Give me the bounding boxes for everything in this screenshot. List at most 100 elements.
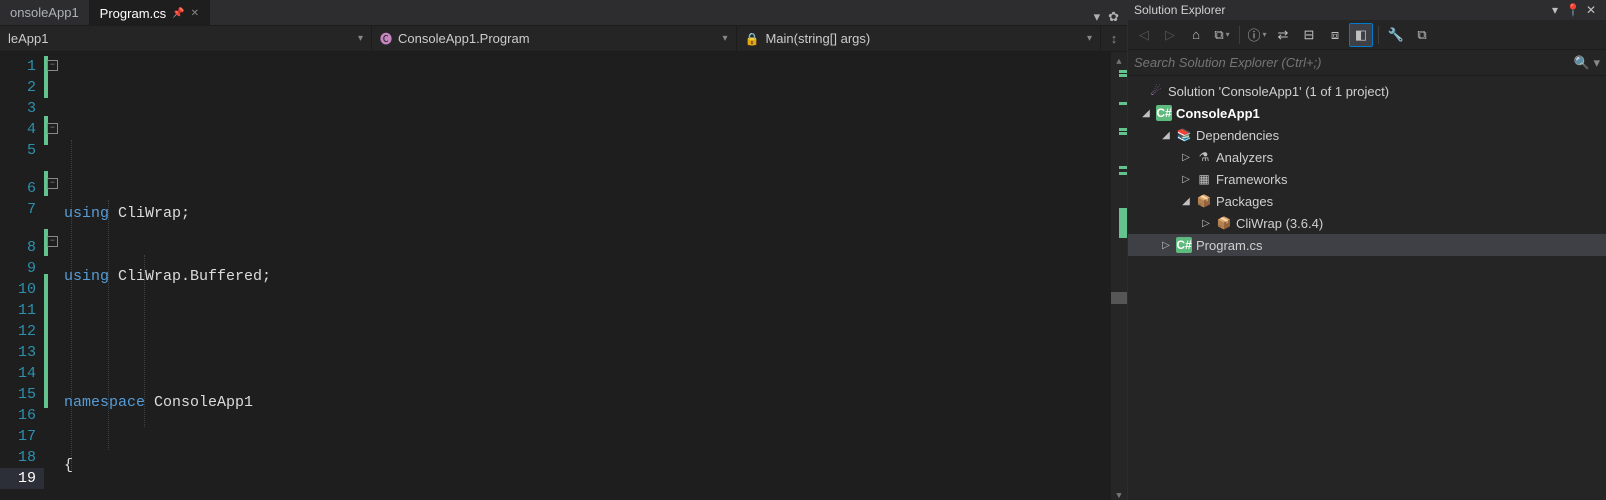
marker-margin: − − − − (44, 52, 58, 500)
code-line[interactable]: { (58, 455, 1111, 476)
frameworks-node[interactable]: ▷ ▦ Frameworks (1128, 168, 1606, 190)
node-label: Program.cs (1196, 238, 1262, 253)
node-label: ConsoleApp1 (1176, 106, 1260, 121)
type-combo-label: ConsoleApp1.Program (398, 31, 530, 46)
gear-icon[interactable]: ✿ (1108, 9, 1119, 25)
pin-icon[interactable]: 📌 (172, 8, 184, 19)
type-combo[interactable]: 🅒 ConsoleApp1.Program ▾ (372, 26, 737, 51)
tab-row: onsoleApp1 Program.cs 📌 ✕ ▾ ✿ (0, 0, 1127, 26)
expand-icon[interactable]: ▷ (1180, 174, 1192, 185)
panel-menu-icon[interactable]: ▾ (1546, 3, 1564, 17)
project-combo-label: leApp1 (8, 31, 48, 46)
code-line[interactable] (58, 329, 1111, 350)
code-line[interactable]: using CliWrap.Buffered; (58, 266, 1111, 287)
project-node[interactable]: ◢ C# ConsoleApp1 (1128, 102, 1606, 124)
line-number[interactable]: 10 (0, 279, 44, 300)
properties-icon[interactable]: 🔧 (1384, 23, 1408, 47)
line-number-gutter: 1 2 3 4 5 6 7 8 9 10 11 12 13 14 15 16 1… (0, 52, 44, 500)
home-icon[interactable]: ⌂ (1184, 23, 1208, 47)
node-label: CliWrap (3.6.4) (1236, 216, 1323, 231)
line-number[interactable]: 19 (0, 468, 44, 489)
line-number[interactable]: 3 (0, 98, 44, 119)
solution-explorer-toolbar: ◁ ▷ ⌂ ⧉ ⓘ ⇄ ⊟ ⧈ ◧ 🔧 ⧉ (1128, 20, 1606, 50)
search-icon[interactable]: 🔍 ▾ (1574, 55, 1600, 71)
chevron-down-icon: ▾ (358, 33, 363, 44)
outline-collapse-icon[interactable]: − (47, 178, 58, 189)
solution-tree[interactable]: ▷ ☄ Solution 'ConsoleApp1' (1 of 1 proje… (1128, 76, 1606, 500)
navigation-bar: leApp1 ▾ 🅒 ConsoleApp1.Program ▾ 🔒 Main(… (0, 26, 1127, 52)
line-number[interactable]: 6 (0, 161, 44, 199)
csharp-project-icon: C# (1156, 105, 1172, 121)
solution-explorer-search[interactable]: 🔍 ▾ (1128, 50, 1606, 76)
line-number[interactable]: 4 (0, 119, 44, 140)
code-line[interactable]: using CliWrap; (58, 203, 1111, 224)
filter-icon[interactable]: ⓘ (1245, 23, 1269, 47)
line-number[interactable]: 1 (0, 56, 44, 77)
file-node-program-cs[interactable]: ▷ C# Program.cs (1128, 234, 1606, 256)
frameworks-icon: ▦ (1196, 171, 1212, 187)
line-number[interactable]: 11 (0, 300, 44, 321)
outline-collapse-icon[interactable]: − (47, 123, 58, 134)
solution-icon: ☄ (1148, 83, 1164, 99)
solution-node[interactable]: ▷ ☄ Solution 'ConsoleApp1' (1 of 1 proje… (1128, 80, 1606, 102)
packages-node[interactable]: ◢ 📦 Packages (1128, 190, 1606, 212)
node-label: Frameworks (1216, 172, 1288, 187)
line-number[interactable]: 12 (0, 321, 44, 342)
forward-icon: ▷ (1158, 23, 1182, 47)
tab-overflow-icon[interactable]: ▾ (1094, 9, 1101, 25)
package-node[interactable]: ▷ 📦 CliWrap (3.6.4) (1128, 212, 1606, 234)
pin-icon[interactable]: 📍 (1564, 3, 1582, 17)
line-number[interactable]: 16 (0, 405, 44, 426)
expand-icon[interactable]: ▷ (1180, 152, 1192, 163)
search-input[interactable] (1134, 55, 1574, 70)
line-number[interactable]: 8 (0, 220, 44, 258)
panel-titlebar[interactable]: Solution Explorer ▾ 📍 ✕ (1128, 0, 1606, 20)
analyzers-icon: ⚗ (1196, 149, 1212, 165)
line-number[interactable]: 2 (0, 77, 44, 98)
tab-consoleapp1[interactable]: onsoleApp1 (0, 0, 90, 25)
expand-icon[interactable]: ▷ (1200, 218, 1212, 229)
preview-selected-icon[interactable]: ◧ (1349, 23, 1373, 47)
line-number[interactable]: 14 (0, 363, 44, 384)
switch-views-icon[interactable]: ⧉ (1210, 23, 1234, 47)
project-combo[interactable]: leApp1 ▾ (0, 26, 372, 51)
outline-collapse-icon[interactable]: − (47, 236, 58, 247)
collapse-all-icon[interactable]: ⊟ (1297, 23, 1321, 47)
analyzers-node[interactable]: ▷ ⚗ Analyzers (1128, 146, 1606, 168)
change-marker (44, 274, 48, 408)
code-line[interactable]: namespace ConsoleApp1 (58, 392, 1111, 413)
close-icon[interactable]: ✕ (191, 8, 199, 19)
scroll-up-icon[interactable]: ▲ (1111, 52, 1127, 66)
line-number[interactable]: 18 (0, 447, 44, 468)
dependencies-node[interactable]: ◢ 📚 Dependencies (1128, 124, 1606, 146)
node-label: Solution 'ConsoleApp1' (1 of 1 project) (1168, 84, 1389, 99)
chevron-down-icon: ▾ (1087, 33, 1092, 44)
line-number[interactable]: 9 (0, 258, 44, 279)
line-number[interactable]: 17 (0, 426, 44, 447)
expand-icon[interactable]: ◢ (1180, 196, 1192, 207)
show-all-files-icon[interactable]: ⧈ (1323, 23, 1347, 47)
vertical-scrollbar[interactable]: ▲ ▼ (1111, 52, 1127, 500)
sync-icon[interactable]: ⇄ (1271, 23, 1295, 47)
outline-collapse-icon[interactable]: − (47, 60, 58, 71)
code-area: 1 2 3 4 5 6 7 8 9 10 11 12 13 14 15 16 1… (0, 52, 1127, 500)
line-number[interactable]: 5 (0, 140, 44, 161)
line-number[interactable]: 15 (0, 384, 44, 405)
expand-icon[interactable]: ◢ (1160, 130, 1172, 141)
member-combo[interactable]: 🔒 Main(string[] args) ▾ (737, 26, 1102, 51)
solution-explorer-panel: Solution Explorer ▾ 📍 ✕ ◁ ▷ ⌂ ⧉ ⓘ ⇄ ⊟ ⧈ … (1128, 0, 1606, 500)
scroll-down-icon[interactable]: ▼ (1111, 486, 1127, 500)
packages-icon: 📦 (1196, 193, 1212, 209)
line-number[interactable]: 13 (0, 342, 44, 363)
line-number[interactable]: 7 (0, 199, 44, 220)
tab-label: Program.cs (100, 6, 166, 21)
tab-program-cs[interactable]: Program.cs 📌 ✕ (90, 0, 210, 26)
preview-icon[interactable]: ⧉ (1410, 23, 1434, 47)
expand-icon[interactable]: ▷ (1160, 240, 1172, 251)
expand-icon[interactable]: ◢ (1140, 108, 1152, 119)
package-icon: 📦 (1216, 215, 1232, 231)
code-text[interactable]: using CliWrap; using CliWrap.Buffered; n… (58, 52, 1111, 500)
back-icon: ◁ (1132, 23, 1156, 47)
close-icon[interactable]: ✕ (1582, 3, 1600, 17)
split-editor-icon[interactable]: ↕ (1101, 26, 1127, 51)
